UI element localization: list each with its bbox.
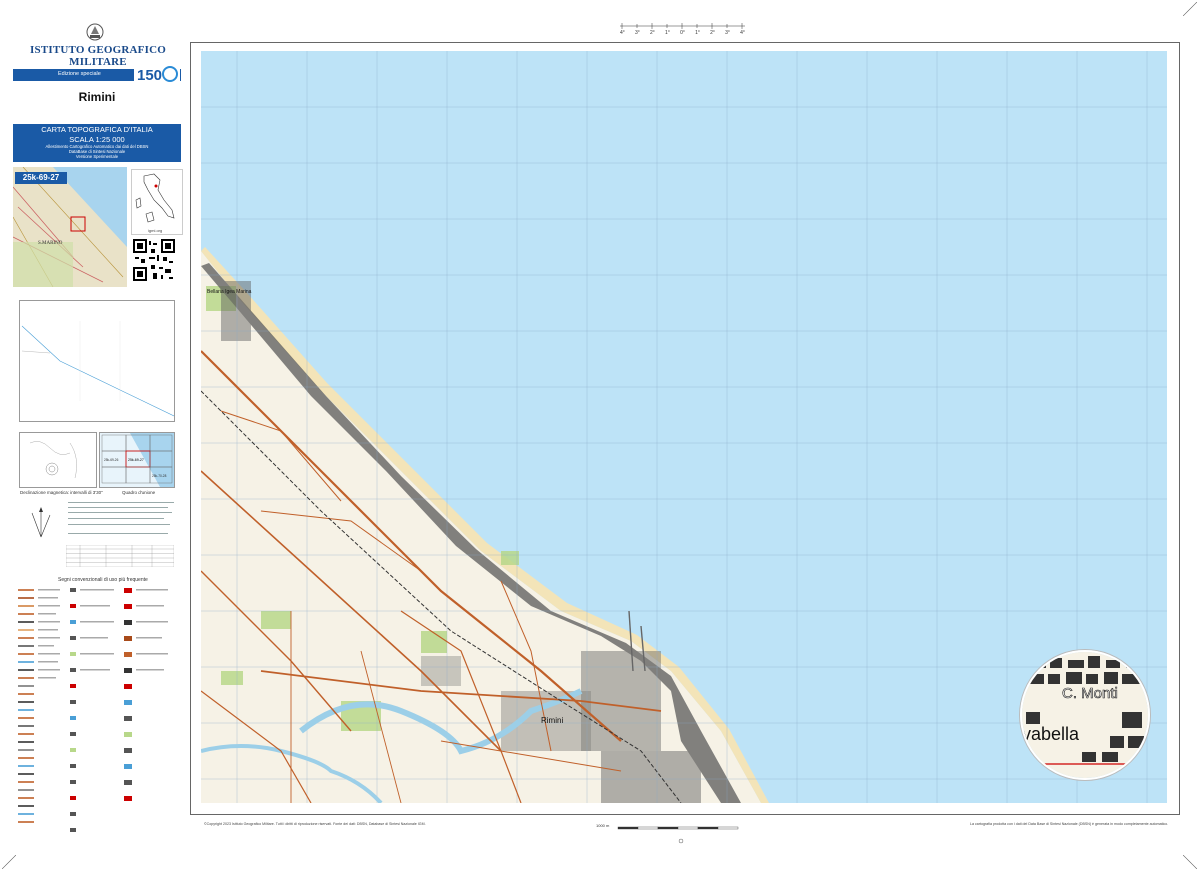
registration-mark-icon — [1183, 855, 1197, 869]
grid-index-label: 25k-69-27 — [128, 458, 144, 462]
svg-text:S.MARINO: S.MARINO — [38, 241, 63, 246]
city-label: Rimini — [541, 716, 563, 725]
scale-bar — [617, 826, 739, 830]
declination-caption: Declinazione magnetica: intervalli di 3'… — [20, 490, 103, 495]
coordinate-table — [66, 545, 174, 567]
magnifier-label: C. Monti — [1062, 685, 1118, 702]
scale-tick: 1° — [695, 30, 700, 36]
grid-index-label-se: 25k-70-28 — [152, 474, 167, 478]
grid-index-label-west: 25k-69-26 — [104, 458, 119, 462]
town-label: Bellaria Igea Marina — [207, 289, 252, 295]
title-line-5: Versione Sperimentale — [75, 154, 119, 159]
anniversary-logo-icon: 150 — [134, 62, 180, 88]
overview-map: S.MARINO — [13, 167, 127, 287]
scale-tick: 1° — [665, 30, 670, 36]
map-legend — [18, 588, 168, 832]
legend-title: Segni convenzionali di uso più frequente — [58, 577, 148, 583]
note-line — [68, 533, 168, 535]
sheet-index-diagram: 25k-69-27 25k-69-26 25k-70-28 — [99, 432, 175, 488]
note-line — [68, 502, 174, 504]
relief-sketch-diagram — [19, 432, 97, 488]
quadrant-caption: Quadro d'unione — [122, 490, 156, 495]
north-arrow-icon — [31, 507, 51, 538]
title-line-2: SCALA 1:25 000 — [69, 135, 125, 144]
production-note: La cartografia prodotta con i dati del D… — [970, 822, 1169, 826]
sheet-name: Rimini — [78, 90, 116, 104]
svg-text:150: 150 — [137, 67, 162, 84]
scale-tick: 2° — [710, 30, 715, 36]
website-label: igmi.org — [148, 228, 163, 233]
magnifier-inset[interactable]: C. Monti vabella — [1020, 650, 1150, 780]
note-line — [68, 512, 172, 514]
registration-mark-icon — [1183, 2, 1197, 16]
italy-locator-map — [131, 169, 183, 235]
qr-code-icon[interactable] — [133, 239, 175, 281]
sheet-id-badge: 25k-69-27 — [15, 172, 67, 184]
emblem-icon — [86, 23, 104, 41]
declination-scale-labels: 4° 3° 2° 1° 0° 1° 2° 3° 4° — [620, 30, 745, 36]
title-line-1: CARTA TOPOGRAFICA D'ITALIA — [41, 125, 153, 134]
topographic-map[interactable]: Rimini Bellaria Igea Marina — [201, 51, 1167, 803]
note-line — [68, 507, 168, 509]
crosshair-icon — [678, 838, 684, 844]
magnifier-label: vabella — [1022, 724, 1080, 744]
scale-tick: 3° — [725, 30, 730, 36]
scale-tick: 3° — [635, 30, 640, 36]
note-line — [68, 524, 170, 526]
registration-mark-icon — [2, 855, 16, 869]
scale-tick: 2° — [650, 30, 655, 36]
scale-tick: 4° — [620, 30, 625, 36]
scale-tick: 0° — [680, 30, 685, 36]
note-line — [68, 518, 164, 520]
edition-label: Edizione speciale — [58, 71, 101, 77]
copyright-note: ©Copyright 2023 Istituto Geografico Mili… — [204, 822, 426, 826]
map-title-box: CARTA TOPOGRAFICA D'ITALIA SCALA 1:25 00… — [13, 124, 181, 162]
geographic-frame-diagram — [19, 300, 175, 422]
scale-tick: 4° — [740, 30, 745, 36]
